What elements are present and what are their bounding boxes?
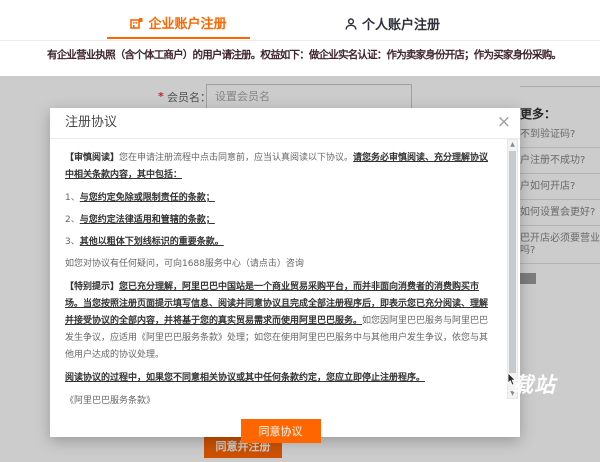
tab-label: 企业账户注册 xyxy=(148,13,226,32)
agree-agreement-button[interactable]: 同意协议 xyxy=(241,419,321,443)
tab-enterprise-register[interactable]: 企业账户注册 xyxy=(107,8,250,39)
building-icon xyxy=(130,17,143,29)
tab-personal-register[interactable]: 个人账户注册 xyxy=(321,8,464,39)
clause-item: 2、与您约定法律适用和管辖的条款； xyxy=(65,212,496,229)
scroll-up-icon[interactable]: ▲ xyxy=(508,140,517,149)
close-icon[interactable]: × xyxy=(497,111,511,133)
paragraph-careful-reading: 【审慎阅读】您在申请注册流程中点击同意前，应当认真阅读以下协议。请您务必审慎阅读… xyxy=(65,150,496,184)
modal-title: 注册协议 xyxy=(65,115,117,130)
paragraph-stop-registration: 阅读协议的过程中，如果您不同意相关协议或其中任何条款约定，您应立即停止注册程序。 xyxy=(65,370,496,387)
site-watermark: 载站 xyxy=(512,369,556,399)
terms-link-row: 《阿里巴巴服务条款》 xyxy=(65,393,496,410)
service-terms-link[interactable]: 《阿里巴巴服务条款》 xyxy=(65,396,155,406)
paragraph-special-notice: 【特别提示】您已充分理解，阿里巴巴中国站是一个商业贸易采购平台，而并非面向消费者… xyxy=(65,279,496,364)
scrollbar-thumb[interactable] xyxy=(509,151,516,373)
agree-button-row: 同意协议 xyxy=(65,419,496,443)
modal-title-bar: 注册协议 × xyxy=(50,108,520,139)
paragraph-service-center: 如您对协议有任何疑问，可向1688服务中心（请点击）咨询 xyxy=(65,256,496,273)
modal-scrollbar[interactable]: ▲ ▼ xyxy=(507,139,518,399)
tab-bar: 企业账户注册 个人账户注册 xyxy=(0,0,600,41)
agreement-modal: 注册协议 × 【审慎阅读】您在申请注册流程中点击同意前，应当认真阅读以下协议。请… xyxy=(50,108,520,437)
person-icon xyxy=(345,18,357,30)
benefits-note: 有企业营业执照（含个体工商户）的用户请注册。权益如下：做企业实名认证：作为卖家身… xyxy=(47,47,563,62)
agreement-text: 【审慎阅读】您在申请注册流程中点击同意前，应当认真阅读以下协议。请您务必审慎阅读… xyxy=(50,139,520,443)
registration-page: 企业账户注册 个人账户注册 有企业营业执照（含个体工商户）的用户请注册。权益如下… xyxy=(0,0,600,462)
mouse-cursor xyxy=(507,373,517,386)
clause-item: 3、其他以粗体下划线标识的重要条款。 xyxy=(65,234,496,251)
clause-item: 1、与您约定免除或限制责任的条款； xyxy=(65,190,496,207)
tab-label: 个人账户注册 xyxy=(362,14,440,33)
